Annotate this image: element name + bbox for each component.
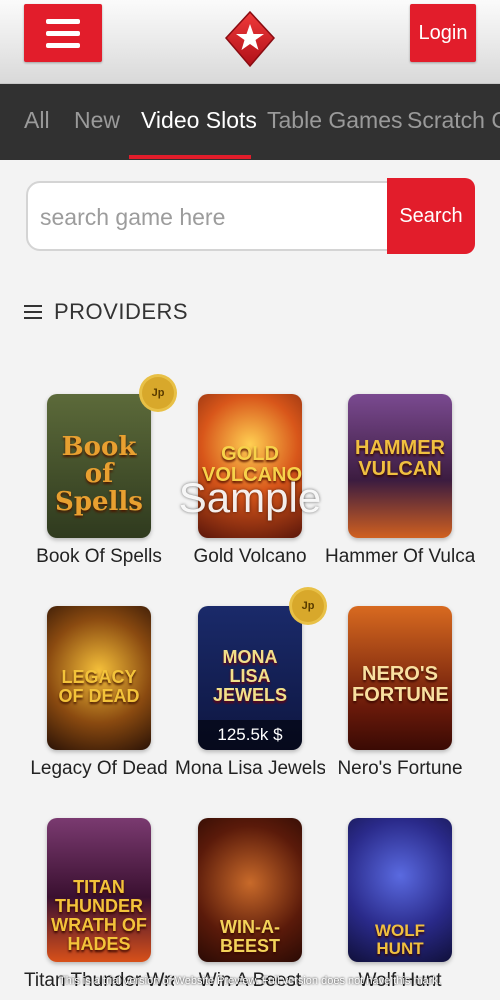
game-card[interactable]: LEGACY OF DEAD Legacy Of Dead (24, 606, 174, 780)
tab-table-games[interactable]: Table Games (267, 84, 403, 160)
top-header: Login (0, 0, 500, 84)
tab-new[interactable]: New (74, 84, 120, 160)
search-input[interactable] (40, 194, 380, 240)
game-name: Gold Volcano (193, 546, 307, 567)
category-tab-bar: All New Video Slots Table Games Scratch … (0, 84, 500, 160)
game-card[interactable]: NERO'S FORTUNE Nero's Fortune (325, 606, 475, 780)
game-art-title: GOLD VOLCANO (202, 443, 302, 486)
game-thumbnail[interactable]: LEGACY OF DEAD (47, 606, 151, 750)
search-button[interactable]: Search (387, 178, 475, 254)
game-card[interactable]: GOLD VOLCANO Gold Volcano (175, 394, 325, 568)
game-card[interactable]: TITAN THUNDER WRATH OF HADES Titan Thund… (24, 818, 174, 992)
game-art-title: WIN-A-BEEST (219, 917, 280, 956)
game-card[interactable]: MONA LISA JEWELS 125.5k $ Mona Lisa Jewe… (175, 606, 325, 780)
brand-logo-icon[interactable] (224, 10, 276, 70)
game-art-title: Book of Spells (55, 432, 143, 517)
game-art-title: MONA LISA JEWELS (212, 647, 287, 705)
game-thumbnail[interactable]: WIN-A-BEEST (198, 818, 302, 962)
game-art-title: HAMMER VULCAN (355, 437, 445, 480)
jackpot-amount: 125.5k $ (198, 720, 302, 750)
game-thumbnail[interactable]: TITAN THUNDER WRATH OF HADES (47, 818, 151, 962)
game-thumbnail[interactable]: MONA LISA JEWELS 125.5k $ (198, 606, 302, 750)
game-name: Mona Lisa Jewels (175, 758, 325, 779)
list-icon (24, 305, 42, 319)
game-art-title: NERO'S FORTUNE (352, 663, 449, 706)
game-card[interactable]: WOLF HUNT Wolf Hunt (325, 818, 475, 992)
game-card[interactable]: Book of Spells Book Of Spells (24, 394, 174, 568)
game-name: Nero's Fortune (337, 758, 463, 779)
providers-toggle[interactable]: PROVIDERS (24, 296, 188, 328)
menu-bar-icon (46, 18, 80, 24)
game-name: Legacy Of Dead (30, 758, 168, 779)
tab-scratch-cards[interactable]: Scratch Ca (407, 84, 500, 160)
jackpot-badge: Jp (292, 590, 324, 622)
trial-footnote: This is a trial version of Website Previ… (59, 975, 441, 987)
game-card[interactable]: HAMMER VULCAN Hammer Of Vulcan (325, 394, 475, 568)
game-art-title: TITAN THUNDER WRATH OF HADES (51, 877, 147, 954)
login-button[interactable]: Login (410, 4, 476, 62)
game-name: Book Of Spells (36, 546, 162, 567)
game-art-title: WOLF HUNT (374, 921, 426, 958)
game-thumbnail[interactable]: WOLF HUNT (348, 818, 452, 962)
tab-video-slots[interactable]: Video Slots (141, 84, 257, 160)
game-thumbnail[interactable]: NERO'S FORTUNE (348, 606, 452, 750)
menu-bar-icon (46, 30, 80, 36)
tab-all[interactable]: All (24, 84, 50, 160)
jackpot-badge: Jp (142, 377, 174, 409)
game-thumbnail[interactable]: GOLD VOLCANO (198, 394, 302, 538)
hamburger-menu-button[interactable] (24, 4, 102, 62)
game-thumbnail[interactable]: HAMMER VULCAN (348, 394, 452, 538)
active-tab-indicator (129, 155, 251, 159)
menu-bar-icon (46, 42, 80, 48)
providers-label: PROVIDERS (54, 299, 189, 324)
game-name: Hammer Of Vulcan (325, 546, 475, 567)
game-thumbnail[interactable]: Book of Spells (47, 394, 151, 538)
game-art-title: LEGACY OF DEAD (58, 667, 140, 706)
game-card[interactable]: WIN-A-BEEST Win A Beest (175, 818, 325, 992)
